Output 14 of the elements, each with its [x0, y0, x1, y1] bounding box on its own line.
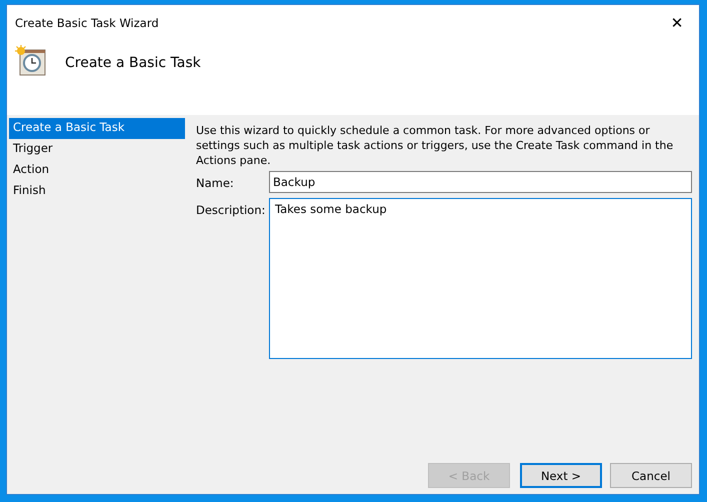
wizard-title: Create a Basic Task: [65, 55, 201, 71]
clock-icon: [15, 45, 47, 77]
wizard-step[interactable]: Trigger: [9, 139, 185, 160]
wizard-step[interactable]: Create a Basic Task: [9, 118, 185, 139]
name-field[interactable]: Backup: [269, 171, 692, 193]
window-title: Create Basic Task Wizard: [15, 16, 159, 30]
wizard-button[interactable]: Cancel: [610, 463, 692, 488]
wizard-step[interactable]: Action: [9, 160, 185, 181]
field-label: Name:: [196, 175, 235, 190]
wizard-button[interactable]: Next >: [520, 463, 602, 488]
wizard-step[interactable]: Finish: [9, 181, 185, 202]
field-label: Description:: [196, 202, 266, 217]
intro-text: Use this wizard to quickly schedule a common task. For more advanced options or settings such as multiple task actions or triggers, use the Create Task command in the Actions pane.: [196, 123, 674, 168]
description-field[interactable]: Takes some backup: [269, 198, 692, 359]
